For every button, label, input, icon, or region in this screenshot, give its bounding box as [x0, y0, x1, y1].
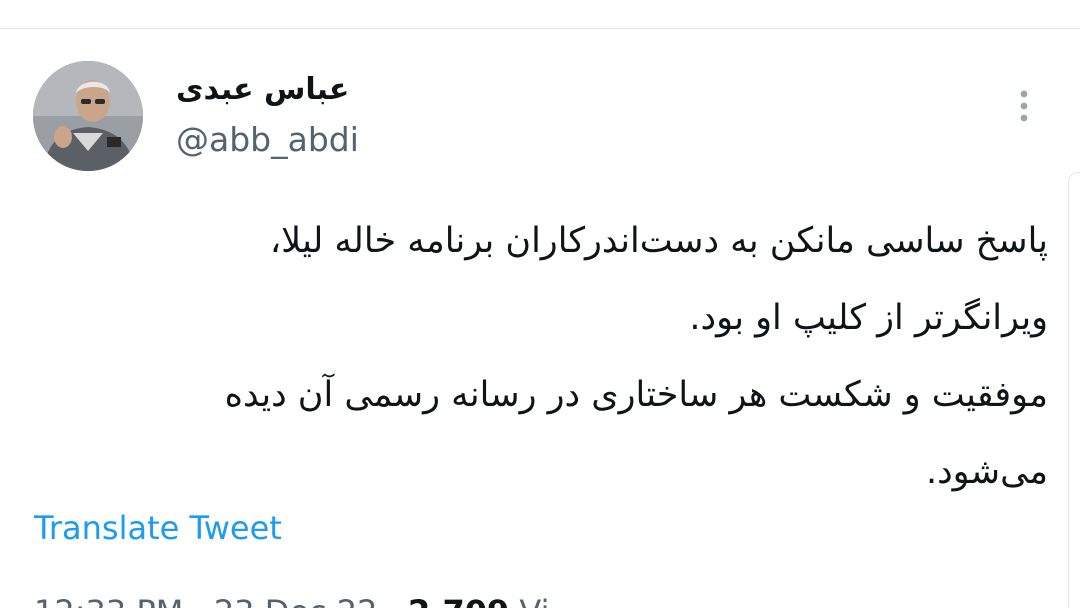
meta-separator: ·: [388, 593, 398, 608]
tweet-text-line: موفقیت و شکست هر ساختاری در رسانه رسمی آ…: [224, 375, 1048, 415]
tweet-text-line: ویرانگرتر از کلیپ او بود.: [689, 298, 1048, 338]
avatar-photo: [33, 61, 143, 171]
scroll-edge: [1068, 172, 1080, 608]
tweet-date[interactable]: 23 Dec 22: [214, 593, 378, 608]
meta-separator: ·: [193, 593, 203, 608]
tweet-page: عباس عبدی @abb_abdi پاسخ ساسی مانکن به د…: [0, 0, 1080, 608]
tweet-text-line: می‌شود.: [925, 452, 1048, 492]
avatar[interactable]: [33, 61, 143, 171]
author-display-name[interactable]: عباس عبدی: [176, 68, 366, 112]
tweet-text: پاسخ ساسی مانکن به دست‌اندرکاران برنامه …: [50, 203, 1048, 511]
views-label: Vi: [519, 593, 549, 608]
more-vertical-icon: [1020, 90, 1028, 122]
views-count: 2,709: [408, 593, 509, 608]
tweet-meta-row: 12:33 PM · 23 Dec 22 · 2,709 Vi: [34, 590, 550, 608]
author-handle[interactable]: @abb_abdi: [176, 118, 359, 162]
translate-tweet-link[interactable]: Translate Tweet: [34, 506, 282, 550]
top-divider: [0, 28, 1080, 29]
tweet-time[interactable]: 12:33 PM: [34, 593, 183, 608]
tweet-text-line: پاسخ ساسی مانکن به دست‌اندرکاران برنامه …: [269, 221, 1048, 261]
more-button[interactable]: [1002, 84, 1046, 128]
